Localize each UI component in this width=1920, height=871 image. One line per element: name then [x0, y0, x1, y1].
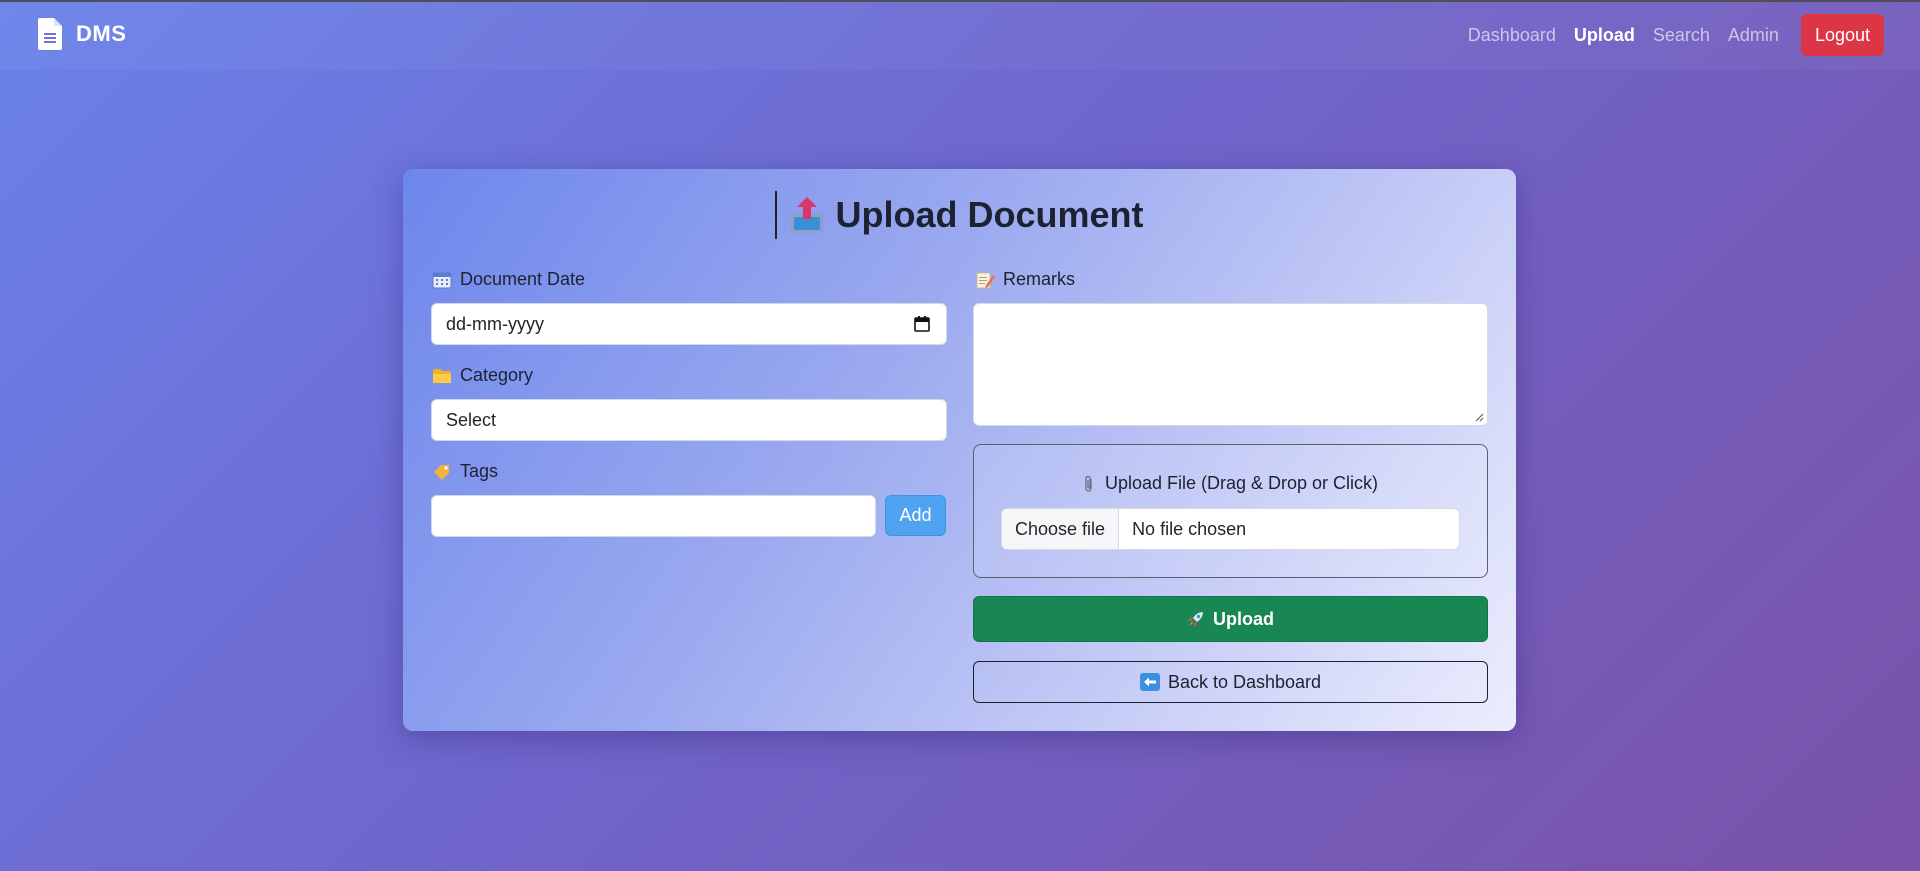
calendar-icon	[432, 272, 452, 288]
upload-tray-icon	[791, 197, 824, 233]
document-icon	[38, 18, 62, 50]
tags-input[interactable]	[431, 495, 876, 537]
category-label: Category	[432, 365, 533, 386]
document-date-label-text: Document Date	[460, 269, 586, 289]
choose-file-button[interactable]: Choose file	[1002, 509, 1120, 549]
document-date-input[interactable]: dd-mm-yyyy	[431, 303, 947, 345]
folder-icon	[433, 368, 451, 383]
nav-link-admin[interactable]: Admin	[1728, 25, 1779, 46]
file-input[interactable]: Choose file No file chosen	[1001, 508, 1460, 550]
add-tag-button[interactable]: Add	[885, 495, 946, 536]
document-date-label: Document Date	[432, 269, 585, 290]
nav-links: Dashboard Upload Search Admin Logout	[1468, 14, 1884, 56]
nav-link-dashboard[interactable]: Dashboard	[1468, 25, 1556, 46]
upload-button[interactable]: Upload	[973, 596, 1488, 642]
file-dropzone[interactable]: Upload File (Drag & Drop or Click) Choos…	[973, 444, 1488, 578]
calendar-picker-icon[interactable]	[914, 316, 930, 332]
nav-link-upload[interactable]: Upload	[1574, 25, 1635, 46]
rocket-icon	[1188, 612, 1203, 627]
left-arrow-icon	[1139, 673, 1160, 691]
upload-card: Upload Document Document Date dd-mm-yyyy…	[403, 169, 1516, 731]
paperclip-icon	[1085, 475, 1092, 492]
memo-icon	[976, 272, 995, 288]
category-label-text: Category	[460, 365, 534, 385]
file-status: No file chosen	[1132, 518, 1247, 539]
tags-label-text: Tags	[460, 461, 499, 481]
brand[interactable]: DMS	[38, 18, 126, 50]
logout-button[interactable]: Logout	[1800, 14, 1884, 56]
brand-name: DMS	[76, 21, 127, 46]
resize-grip-icon[interactable]	[1475, 413, 1484, 422]
page-title-text: Upload Document	[835, 194, 1144, 235]
tags-label: Tags	[432, 461, 498, 482]
category-selected-value: Select	[446, 409, 497, 430]
document-date-value: dd-mm-yyyy	[446, 313, 544, 334]
dropzone-label: Upload File (Drag & Drop or Click)	[974, 473, 1487, 494]
category-select[interactable]: Select	[431, 399, 947, 441]
upload-button-label: Upload	[1213, 608, 1274, 629]
nav-link-search[interactable]: Search	[1653, 25, 1710, 46]
tag-icon	[434, 464, 449, 480]
remarks-label-text: Remarks	[1003, 269, 1076, 289]
back-button-label: Back to Dashboard	[1167, 671, 1322, 692]
text-caret	[775, 191, 778, 239]
remarks-label: Remarks	[975, 269, 1075, 290]
navbar: DMS Dashboard Upload Search Admin Logout	[0, 2, 1920, 70]
remarks-textarea[interactable]	[973, 303, 1488, 426]
back-to-dashboard-button[interactable]: Back to Dashboard	[973, 661, 1488, 703]
dropzone-label-text: Upload File (Drag & Drop or Click)	[1104, 473, 1379, 493]
page-title: Upload Document	[403, 191, 1516, 239]
